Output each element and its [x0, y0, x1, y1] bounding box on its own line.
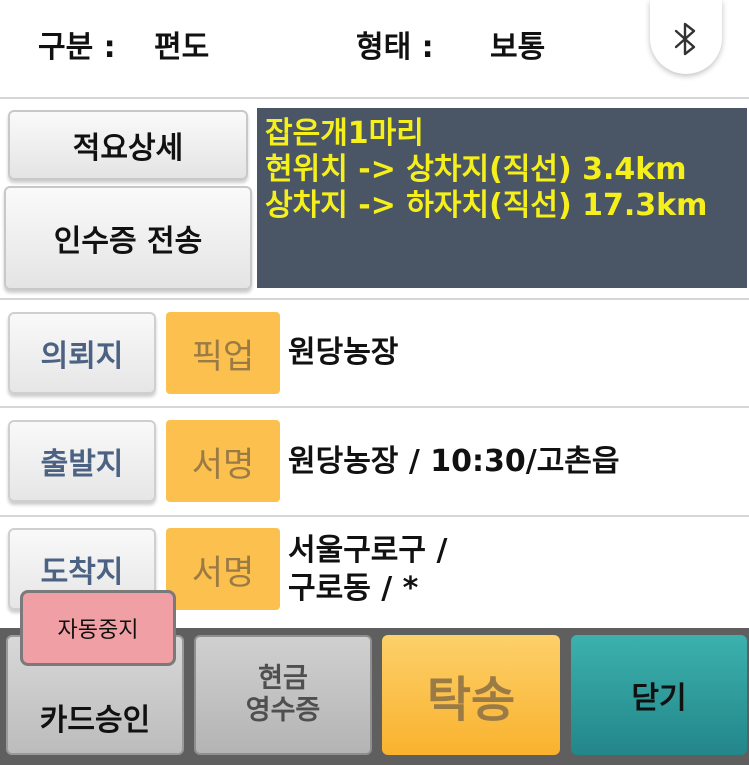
consign-button[interactable]: 탁송 [382, 635, 560, 755]
type-value: 편도 [154, 30, 210, 65]
info-line: 잡은개1마리 [265, 116, 424, 151]
departure-text: 원당농장 / 10:30/고촌읍 [288, 444, 620, 479]
close-button[interactable]: 닫기 [571, 635, 747, 755]
bluetooth-icon [674, 22, 696, 56]
cash-receipt-line1: 현금 [258, 663, 308, 694]
pickup-button[interactable]: 픽업 [166, 312, 280, 394]
divider [0, 515, 749, 517]
arrival-line1: 서울구로구 / [288, 533, 448, 568]
auto-stop-button[interactable]: 자동중지 [20, 590, 176, 666]
detail-button[interactable]: 적요상세 [8, 110, 248, 180]
info-panel: 잡은개1마리 현위치 -> 상차지(직선) 3.4km 상차지 -> 하자치(직… [257, 108, 747, 288]
divider [0, 406, 749, 408]
cash-receipt-button[interactable]: 현금 영수증 [194, 635, 372, 755]
divider [0, 97, 749, 99]
info-line: 현위치 -> 상차지(직선) 3.4km [265, 152, 687, 187]
arrival-text: 서울구로구 / 구로동 / * [288, 532, 447, 608]
arrival-line2: 구로동 / * [288, 571, 419, 606]
form-label: 형태 : [356, 30, 434, 65]
divider [0, 298, 749, 300]
departure-sign-button[interactable]: 서명 [166, 420, 280, 502]
requester-text: 원당농장 [288, 335, 399, 370]
cash-receipt-line2: 영수증 [245, 695, 321, 726]
type-label: 구분 : [38, 30, 116, 65]
form-value: 보통 [490, 30, 546, 65]
info-line: 상차지 -> 하자치(직선) 17.3km [265, 188, 708, 223]
bluetooth-button[interactable] [650, 0, 722, 74]
departure-button[interactable]: 출발지 [8, 420, 156, 502]
requester-button[interactable]: 의뢰지 [8, 312, 156, 394]
arrival-sign-button[interactable]: 서명 [166, 528, 280, 610]
receipt-send-button[interactable]: 인수증 전송 [4, 186, 252, 290]
